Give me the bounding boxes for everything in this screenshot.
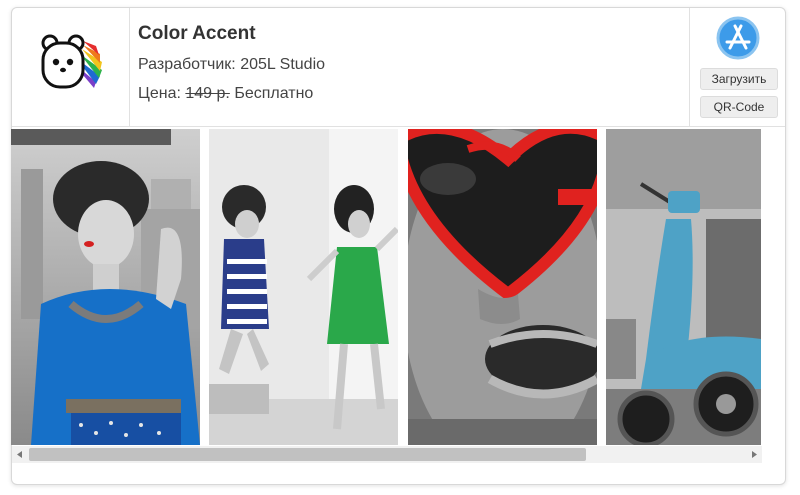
app-header: Color Accent Разработчик: 205L Studio Це… xyxy=(12,8,785,127)
app-info: Color Accent Разработчик: 205L Studio Це… xyxy=(138,22,325,104)
screenshot-blue-scooter[interactable] xyxy=(606,129,761,445)
app-store-icon[interactable] xyxy=(715,15,761,61)
current-price: Бесплатно xyxy=(234,85,314,102)
price-line: Цена: 149 р. Бесплатно xyxy=(138,84,325,104)
screenshot-heart-sunglasses[interactable] xyxy=(408,129,597,445)
developer-label: Разработчик: xyxy=(138,56,236,73)
screenshot-gallery[interactable] xyxy=(11,129,761,445)
app-title: Color Accent xyxy=(138,23,256,44)
download-button[interactable]: Загрузить xyxy=(700,68,778,90)
jumping-girls-image xyxy=(209,129,398,445)
triangle-left-icon xyxy=(17,451,22,458)
scroll-left-button[interactable] xyxy=(12,446,28,463)
triangle-right-icon xyxy=(752,451,757,458)
developer-line: Разработчик: 205L Studio xyxy=(138,55,325,75)
bear-rainbow-logo-icon xyxy=(41,34,102,89)
developer-name: 205L Studio xyxy=(240,56,326,73)
app-icon-cell xyxy=(12,8,130,126)
qr-code-button[interactable]: QR-Code xyxy=(700,96,778,118)
app-actions: Загрузить QR-Code xyxy=(689,8,785,126)
old-price: 149 р. xyxy=(185,85,230,102)
screenshot-jumping-girls[interactable] xyxy=(209,129,398,445)
price-label: Цена: xyxy=(138,85,181,102)
heart-sunglasses-image xyxy=(408,129,597,445)
blue-scooter-image xyxy=(606,129,761,445)
scrollbar-thumb[interactable] xyxy=(29,448,586,461)
screenshot-retro-woman[interactable] xyxy=(11,129,200,445)
scroll-right-button[interactable] xyxy=(746,446,762,463)
retro-woman-image xyxy=(11,129,200,445)
horizontal-scrollbar[interactable] xyxy=(12,446,762,463)
